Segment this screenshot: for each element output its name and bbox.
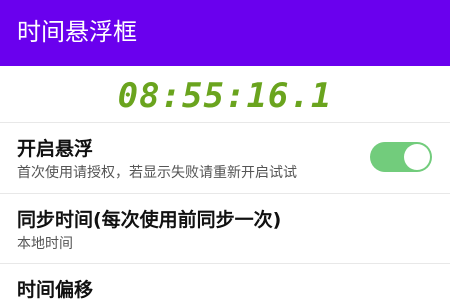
setting-row-time-offset[interactable]: 时间偏移 [0,264,450,302]
setting-subtitle-sync: 本地时间 [17,236,73,252]
app-title: 时间悬浮框 [17,18,137,46]
setting-subtitle-float: 首次使用请授权，若显示失败请重新开启试试 [17,165,297,181]
setting-title-float: 开启悬浮 [17,138,94,160]
setting-title-sync: 同步时间(每次使用前同步一次) [17,209,282,231]
setting-row-sync-time[interactable]: 同步时间(每次使用前同步一次) 本地时间 [0,194,450,262]
digital-clock-display: 08:55:16.1 [117,76,333,116]
app-bar: 时间悬浮框 [0,0,450,66]
switch-thumb [404,144,430,170]
float-toggle-switch[interactable] [370,142,432,172]
setting-title-offset: 时间偏移 [17,279,94,301]
